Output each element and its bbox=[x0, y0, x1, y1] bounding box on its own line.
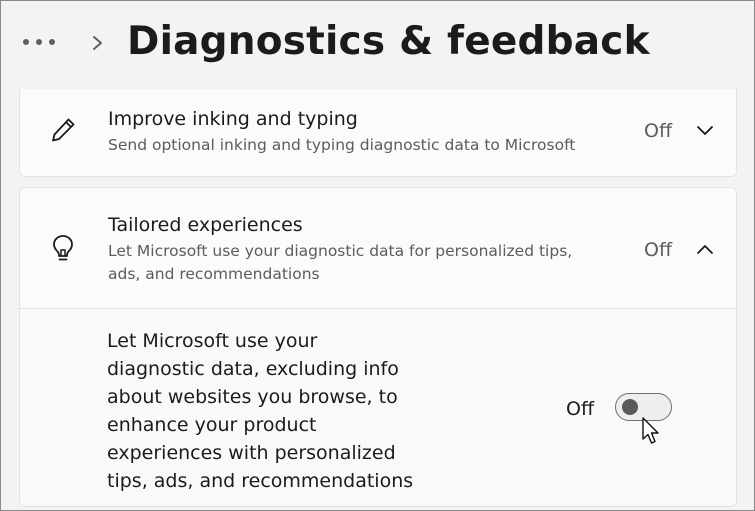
inking-description: Send optional inking and typing diagnost… bbox=[108, 136, 576, 154]
tailored-state-label: Off bbox=[644, 239, 673, 261]
chevron-right-icon bbox=[93, 36, 102, 50]
tailored-experiences-toggle[interactable] bbox=[615, 393, 672, 421]
more-horizontal-icon[interactable] bbox=[23, 35, 63, 49]
tailored-title: Tailored experiences bbox=[108, 214, 303, 236]
pen-icon bbox=[52, 118, 75, 142]
tailored-setting-row: Let Microsoft use your diagnostic data, … bbox=[20, 309, 736, 506]
chevron-up-icon[interactable] bbox=[693, 238, 717, 262]
page-header: Diagnostics & feedback bbox=[1, 1, 754, 89]
tailored-setting-text: Let Microsoft use your diagnostic data, … bbox=[107, 330, 414, 492]
toggle-state-label: Off bbox=[566, 398, 595, 420]
settings-window: Diagnostics & feedback Improve inking an… bbox=[0, 0, 755, 511]
inking-state-label: Off bbox=[644, 120, 673, 142]
lightbulb-icon bbox=[53, 235, 73, 261]
inking-typing-card[interactable]: Improve inking and typing Send optional … bbox=[19, 89, 737, 177]
page-title: Diagnostics & feedback bbox=[127, 19, 650, 64]
inking-title: Improve inking and typing bbox=[108, 108, 358, 130]
tailored-experiences-card: Tailored experiences Let Microsoft use y… bbox=[19, 187, 737, 507]
toggle-knob bbox=[622, 399, 638, 415]
tailored-description: Let Microsoft use your diagnostic data f… bbox=[108, 242, 573, 283]
chevron-down-icon[interactable] bbox=[693, 119, 717, 143]
